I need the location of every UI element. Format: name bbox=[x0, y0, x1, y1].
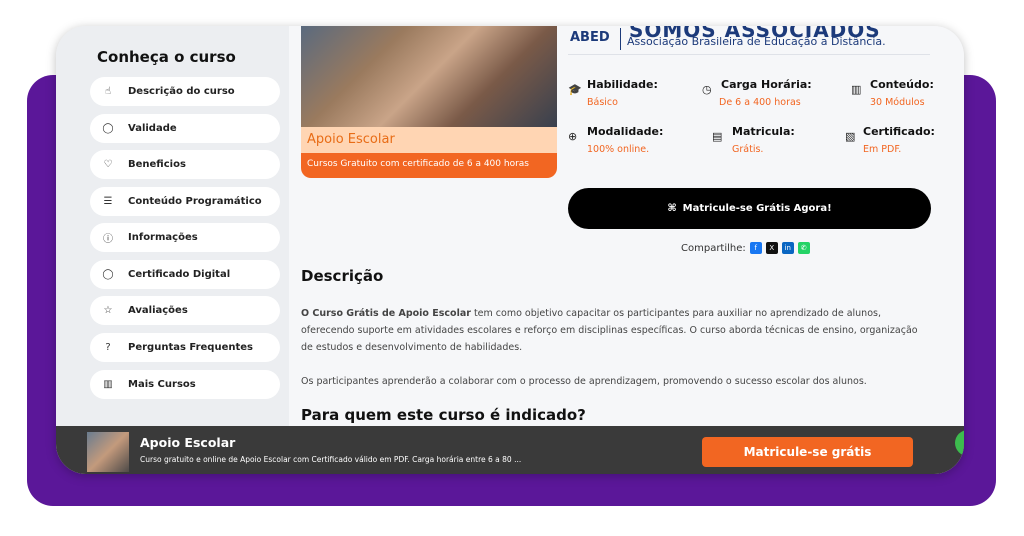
sidebar-item-descricao[interactable]: ☝ Descrição do curso bbox=[90, 77, 280, 106]
facebook-icon[interactable]: f bbox=[749, 242, 762, 254]
hero-subtitle: Cursos Gratuito com certificado de 6 a 4… bbox=[307, 159, 529, 169]
bar-subtitle: Curso gratuito e online de Apoio Escolar… bbox=[140, 455, 522, 464]
bar-title: Apoio Escolar bbox=[140, 435, 236, 450]
shield-icon: ◯ bbox=[102, 123, 114, 134]
x-icon[interactable]: X bbox=[765, 242, 778, 254]
sidebar-item-label: Avaliações bbox=[128, 305, 188, 316]
course-photo bbox=[301, 26, 557, 127]
whatsapp-icon[interactable]: ✆ bbox=[797, 242, 810, 254]
sidebar-item-validade[interactable]: ◯ Validade bbox=[90, 114, 280, 143]
heart-icon: ♡ bbox=[103, 159, 113, 170]
books-icon: ▥ bbox=[851, 83, 862, 96]
sticky-enroll-bar: Apoio Escolar Curso gratuito e online de… bbox=[56, 426, 964, 474]
globe-icon: ⊕ bbox=[568, 130, 578, 143]
description-paragraph: O Curso Grátis de Apoio Escolar tem como… bbox=[301, 308, 918, 353]
share-label: Compartilhe: bbox=[681, 242, 746, 254]
abed-logo: ABED bbox=[570, 30, 610, 45]
certificate-icon: ⌘ bbox=[667, 203, 677, 214]
course-sidebar: Conheça o curso ☝ Descrição do curso ◯ V… bbox=[56, 26, 289, 426]
sidebar-item-conteudo[interactable]: ☰ Conteúdo Programático bbox=[90, 187, 280, 216]
sidebar-item-label: Conteúdo Programático bbox=[128, 196, 262, 207]
sidebar-item-beneficios[interactable]: ♡ Beneficios bbox=[90, 150, 280, 179]
sidebar-item-certificado[interactable]: ◯ Certificado Digital bbox=[90, 260, 280, 289]
browser-window: Conheça o curso ☝ Descrição do curso ◯ V… bbox=[56, 26, 964, 474]
hero-title: Apoio Escolar bbox=[307, 132, 395, 147]
abed-subtitle: Associação Brasileira de Educação a Dist… bbox=[627, 35, 886, 48]
star-icon: ☆ bbox=[103, 305, 113, 316]
sidebar-item-label: Informações bbox=[128, 232, 198, 243]
section-heading-descricao: Descrição bbox=[301, 267, 384, 285]
sidebar-item-mais-cursos[interactable]: ▥ Mais Cursos bbox=[90, 370, 280, 399]
list-icon: ☰ bbox=[103, 196, 113, 207]
sidebar-title: Conheça o curso bbox=[97, 48, 236, 66]
linkedin-icon[interactable]: in bbox=[781, 242, 794, 254]
info-icon: ⓘ bbox=[103, 234, 113, 245]
certificate-icon: ▧ bbox=[845, 130, 856, 143]
main-content: Apoio Escolar Cursos Gratuito com certif… bbox=[289, 26, 964, 426]
sidebar-item-avaliacoes[interactable]: ☆ Avaliações bbox=[90, 296, 280, 325]
course-thumbnail bbox=[87, 432, 129, 472]
sidebar-item-label: Validade bbox=[128, 123, 177, 134]
sidebar-item-label: Mais Cursos bbox=[128, 379, 196, 390]
id-card-icon: ▤ bbox=[712, 130, 723, 143]
certificate-icon: ◯ bbox=[102, 269, 114, 280]
description-paragraph-2: Os participantes aprenderão a colaborar … bbox=[301, 376, 867, 387]
sidebar-item-label: Certificado Digital bbox=[128, 269, 231, 280]
hand-icon: ☝ bbox=[104, 86, 112, 97]
enroll-bar-button[interactable]: Matricule-se grátis bbox=[702, 437, 913, 467]
graduation-cap-icon: 🎓 bbox=[568, 83, 582, 96]
course-hero-card[interactable]: Apoio Escolar Cursos Gratuito com certif… bbox=[301, 26, 557, 178]
section-heading-indicado: Para quem este curso é indicado? bbox=[301, 406, 586, 424]
enroll-free-button[interactable]: ⌘ Matricule-se Grátis Agora! bbox=[568, 188, 931, 229]
sidebar-item-label: Descrição do curso bbox=[128, 86, 235, 97]
share-bar: Compartilhe: f X in ✆ bbox=[681, 242, 810, 254]
sidebar-item-informacoes[interactable]: ⓘ Informações bbox=[90, 223, 280, 252]
question-icon: ? bbox=[105, 342, 111, 353]
sidebar-item-perguntas[interactable]: ? Perguntas Frequentes bbox=[90, 333, 280, 362]
books-icon: ▥ bbox=[103, 379, 113, 390]
sidebar-item-label: Perguntas Frequentes bbox=[128, 342, 253, 353]
clock-icon: ◷ bbox=[702, 83, 712, 96]
divider bbox=[568, 54, 930, 55]
sidebar-item-label: Beneficios bbox=[128, 159, 186, 170]
